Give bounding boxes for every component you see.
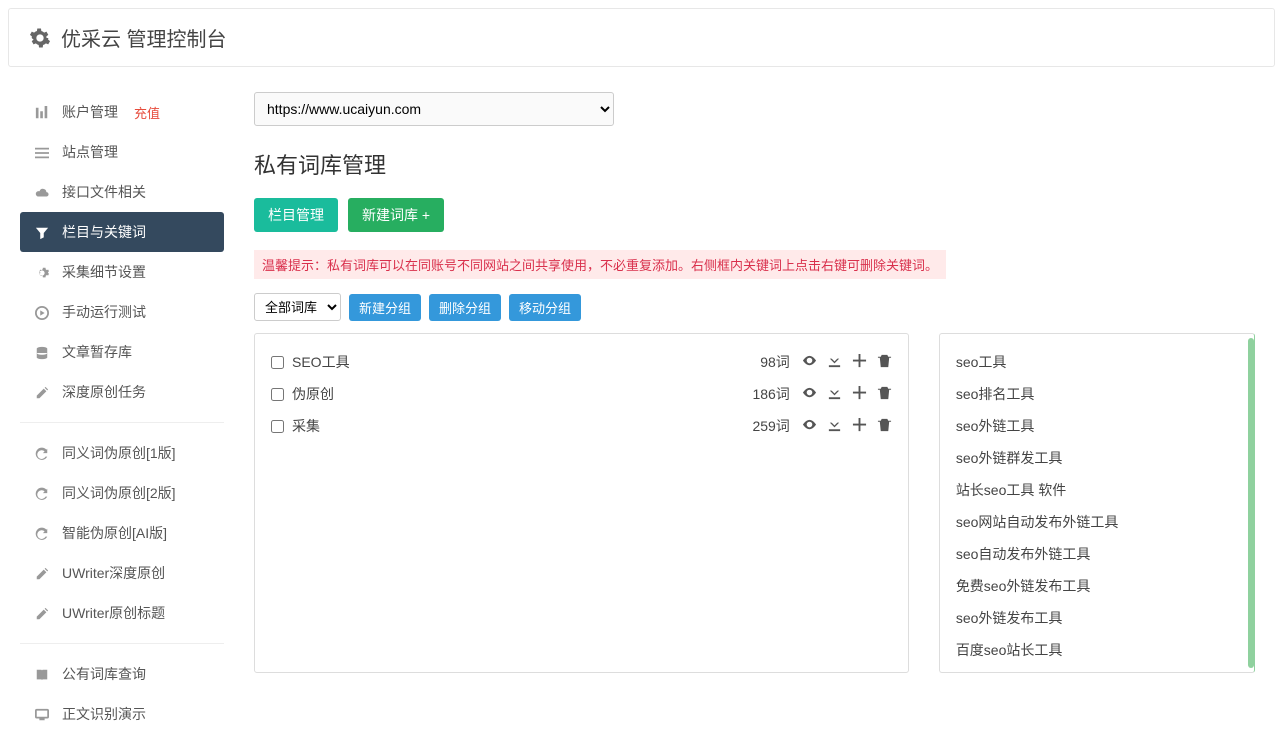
- keyword-item[interactable]: seo外链群发工具: [956, 442, 1238, 474]
- sidebar: 账户管理 充值 站点管理 接口文件相关 栏目与关键词 采集细节设置 手动运行测试…: [8, 92, 224, 734]
- list-icon: [34, 144, 50, 160]
- lexicon-list-panel: SEO工具 98词 伪原创 186词 采集 259词: [254, 333, 909, 673]
- lexicon-name[interactable]: SEO工具: [292, 352, 760, 372]
- delete-group-button[interactable]: 删除分组: [429, 294, 501, 321]
- recharge-badge[interactable]: 充值: [134, 103, 160, 122]
- keyword-item[interactable]: seo外链工具: [956, 410, 1238, 442]
- delete-icon[interactable]: [877, 353, 892, 371]
- new-group-button[interactable]: 新建分组: [349, 294, 421, 321]
- keyword-item[interactable]: seo工具: [956, 346, 1238, 378]
- gear-icon: [29, 27, 51, 49]
- keyword-item[interactable]: seo外链发布工具: [956, 602, 1238, 634]
- lexicon-row: 采集 259词: [271, 410, 892, 442]
- lexicon-checkbox[interactable]: [271, 420, 284, 433]
- column-manage-button[interactable]: 栏目管理: [254, 198, 338, 232]
- sidebar-item[interactable]: 站点管理: [20, 132, 224, 172]
- sidebar-item-label: 同义词伪原创[2版]: [62, 483, 176, 503]
- cloud-icon: [34, 184, 50, 200]
- add-icon[interactable]: [852, 385, 867, 403]
- sidebar-item[interactable]: 公有词库查询: [20, 654, 224, 694]
- sidebar-item[interactable]: 接口文件相关: [20, 172, 224, 212]
- keyword-list-panel: seo工具seo排名工具seo外链工具seo外链群发工具站长seo工具 软件se…: [939, 333, 1255, 673]
- move-group-button[interactable]: 移动分组: [509, 294, 581, 321]
- edit-icon: [34, 605, 50, 621]
- lexicon-count: 98词: [760, 352, 790, 372]
- view-icon[interactable]: [802, 385, 817, 403]
- sidebar-item[interactable]: 同义词伪原创[1版]: [20, 433, 224, 473]
- header: 优采云 管理控制台: [8, 8, 1275, 67]
- monitor-icon: [34, 706, 50, 722]
- view-icon[interactable]: [802, 417, 817, 435]
- db-icon: [34, 344, 50, 360]
- new-lexicon-button[interactable]: 新建词库 +: [348, 198, 444, 232]
- sidebar-item-label: 手动运行测试: [62, 302, 146, 322]
- sidebar-item[interactable]: 文章暂存库: [20, 332, 224, 372]
- sidebar-item-label: 账户管理: [62, 102, 118, 122]
- view-icon[interactable]: [802, 353, 817, 371]
- refresh-icon: [34, 445, 50, 461]
- filter-icon: [34, 224, 50, 240]
- sidebar-item-label: 采集细节设置: [62, 262, 146, 282]
- lexicon-count: 186词: [752, 384, 789, 404]
- cogs-icon: [34, 264, 50, 280]
- sidebar-item[interactable]: 深度原创任务: [20, 372, 224, 412]
- refresh-icon: [34, 525, 50, 541]
- refresh-icon: [34, 485, 50, 501]
- delete-icon[interactable]: [877, 385, 892, 403]
- keyword-item[interactable]: 站长seo工具 软件: [956, 474, 1238, 506]
- hint-text: 温馨提示：私有词库可以在同账号不同网站之间共享使用，不必重复添加。右侧框内关键词…: [254, 250, 946, 279]
- sidebar-item[interactable]: 账户管理 充值: [20, 92, 224, 132]
- sidebar-item-label: UWriter深度原创: [62, 563, 165, 583]
- sidebar-item[interactable]: UWriter深度原创: [20, 553, 224, 593]
- lexicon-row: 伪原创 186词: [271, 378, 892, 410]
- site-select[interactable]: https://www.ucaiyun.com: [254, 92, 614, 126]
- sidebar-item[interactable]: 栏目与关键词: [20, 212, 224, 252]
- edit-icon: [34, 565, 50, 581]
- sidebar-item-label: 公有词库查询: [62, 664, 146, 684]
- download-icon[interactable]: [827, 417, 842, 435]
- lexicon-count: 259词: [752, 416, 789, 436]
- bars-icon: [34, 104, 50, 120]
- sidebar-item-label: 接口文件相关: [62, 182, 146, 202]
- add-icon[interactable]: [852, 417, 867, 435]
- sidebar-item[interactable]: UWriter原创标题: [20, 593, 224, 633]
- add-icon[interactable]: [852, 353, 867, 371]
- download-icon[interactable]: [827, 353, 842, 371]
- keyword-item[interactable]: 百度seo站长工具: [956, 634, 1238, 666]
- sidebar-item[interactable]: 智能伪原创[AI版]: [20, 513, 224, 553]
- book-icon: [34, 666, 50, 682]
- delete-icon[interactable]: [877, 417, 892, 435]
- sidebar-item-label: 智能伪原创[AI版]: [62, 523, 167, 543]
- sidebar-item[interactable]: 手动运行测试: [20, 292, 224, 332]
- header-title: 优采云 管理控制台: [61, 23, 227, 52]
- sidebar-item-label: 站点管理: [62, 142, 118, 162]
- sidebar-item-label: UWriter原创标题: [62, 603, 165, 623]
- lexicon-filter-select[interactable]: 全部词库: [254, 293, 341, 321]
- lexicon-checkbox[interactable]: [271, 356, 284, 369]
- lexicon-checkbox[interactable]: [271, 388, 284, 401]
- play-icon: [34, 304, 50, 320]
- sidebar-item[interactable]: 正文识别演示: [20, 694, 224, 734]
- lexicon-row: SEO工具 98词: [271, 346, 892, 378]
- sidebar-item-label: 文章暂存库: [62, 342, 132, 362]
- sidebar-item-label: 深度原创任务: [62, 382, 146, 402]
- sidebar-item[interactable]: 采集细节设置: [20, 252, 224, 292]
- sidebar-item[interactable]: 同义词伪原创[2版]: [20, 473, 224, 513]
- lexicon-name[interactable]: 采集: [292, 416, 752, 436]
- keyword-item[interactable]: seo自动发布外链工具: [956, 538, 1238, 570]
- page-title: 私有词库管理: [254, 148, 1255, 180]
- download-icon[interactable]: [827, 385, 842, 403]
- keyword-item[interactable]: 免费seo外链发布工具: [956, 570, 1238, 602]
- keyword-item[interactable]: seo 百度 站长工具: [956, 666, 1238, 673]
- sidebar-item-label: 同义词伪原创[1版]: [62, 443, 176, 463]
- edit-icon: [34, 384, 50, 400]
- keyword-item[interactable]: seo网站自动发布外链工具: [956, 506, 1238, 538]
- sidebar-item-label: 正文识别演示: [62, 704, 146, 724]
- keyword-item[interactable]: seo排名工具: [956, 378, 1238, 410]
- main-content: https://www.ucaiyun.com 私有词库管理 栏目管理 新建词库…: [224, 92, 1275, 734]
- sidebar-item-label: 栏目与关键词: [62, 222, 146, 242]
- lexicon-name[interactable]: 伪原创: [292, 384, 752, 404]
